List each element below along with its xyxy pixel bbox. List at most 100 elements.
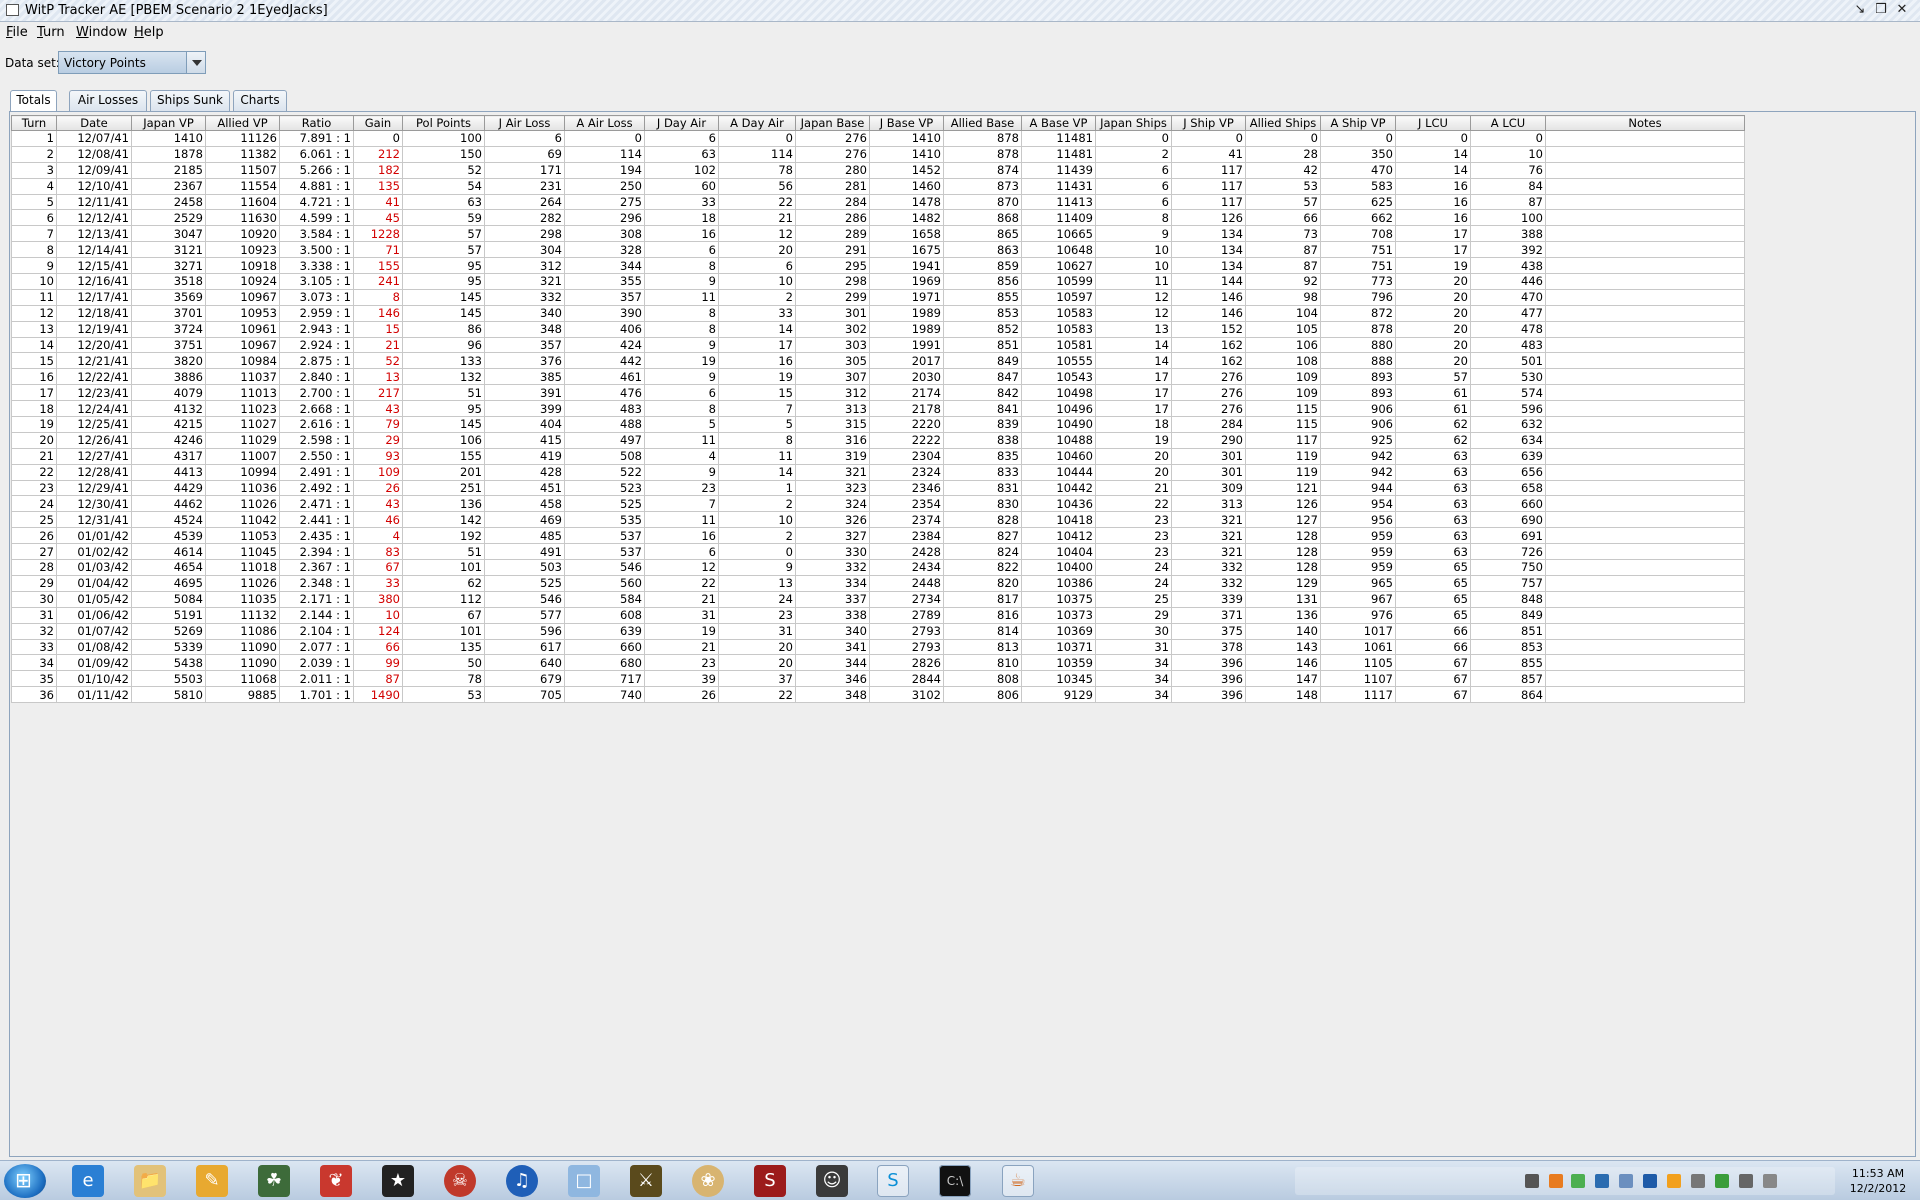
table-cell[interactable]: 1478 [869, 193, 944, 211]
table-cell[interactable]: 135 [353, 177, 403, 195]
table-cell[interactable]: 24 [1095, 574, 1172, 592]
table-cell[interactable]: 334 [795, 574, 870, 592]
table-cell[interactable]: 3569 [131, 288, 206, 306]
table-cell[interactable]: 442 [564, 352, 645, 370]
table-cell[interactable]: 332 [1171, 574, 1246, 592]
table-cell[interactable]: 341 [795, 638, 870, 656]
table-cell[interactable]: 316 [795, 431, 870, 449]
table-cell[interactable]: 841 [943, 400, 1022, 418]
parrot-app-icon[interactable]: ❦ [320, 1165, 352, 1197]
table-cell[interactable]: 295 [795, 257, 870, 275]
table-cell[interactable]: 60 [644, 177, 719, 195]
table-cell[interactable]: 371 [1171, 606, 1246, 624]
table-cell[interactable]: 959 [1320, 559, 1396, 576]
table-cell[interactable]: 136 [1245, 606, 1321, 624]
table-cell[interactable]: 9885 [205, 686, 280, 704]
table-cell[interactable]: 10597 [1021, 288, 1096, 306]
table-cell[interactable]: 11 [644, 431, 719, 449]
table-cell[interactable]: 3820 [131, 352, 206, 370]
table-cell[interactable]: 109 [1245, 384, 1321, 402]
table-cell[interactable]: 503 [484, 559, 565, 576]
table-cell[interactable]: 101 [402, 622, 485, 640]
table-cell[interactable]: 893 [1320, 384, 1396, 402]
table-cell[interactable]: 10984 [205, 352, 280, 370]
table-cell[interactable]: 530 [1470, 368, 1546, 386]
table-cell[interactable]: 66 [1245, 209, 1321, 227]
table-cell[interactable]: 625 [1320, 193, 1396, 211]
minimize-icon[interactable]: ↘ [1851, 2, 1869, 18]
table-cell[interactable]: 2.104 : 1 [279, 622, 354, 640]
restore-icon[interactable]: ❒ [1872, 2, 1890, 18]
table-cell[interactable]: 1991 [869, 336, 944, 354]
table-cell[interactable]: 3.584 : 1 [279, 225, 354, 243]
table-cell[interactable]: 10412 [1021, 527, 1096, 545]
table-cell[interactable]: 3271 [131, 257, 206, 275]
table-cell[interactable]: 632 [1470, 416, 1546, 433]
table-cell[interactable]: 5269 [131, 622, 206, 640]
table-cell[interactable]: 5 [644, 416, 719, 433]
table-cell[interactable]: 43 [353, 400, 403, 418]
table-cell[interactable]: 67 [353, 559, 403, 576]
table-cell[interactable]: 17 [718, 336, 796, 354]
table-cell[interactable]: 4462 [131, 495, 206, 513]
table-cell[interactable]: 01/08/42 [56, 638, 132, 656]
table-cell[interactable]: 470 [1470, 288, 1546, 306]
table-row[interactable]: 25 12/31/41 4524 11042 2.441 : 1 46 142 469 535 1… [11, 511, 1745, 529]
table-cell[interactable]: 6 [644, 241, 719, 259]
table-cell[interactable] [1545, 368, 1745, 386]
table-cell[interactable]: 2324 [869, 463, 944, 481]
table-cell[interactable]: 19 [1395, 257, 1471, 275]
table-cell[interactable]: 65 [1395, 574, 1471, 592]
table-cell[interactable]: 79 [353, 416, 403, 433]
table-cell[interactable]: 135 [402, 638, 485, 656]
table-cell[interactable] [1545, 145, 1745, 163]
table-cell[interactable]: 888 [1320, 352, 1396, 370]
table-cell[interactable]: 796 [1320, 288, 1396, 306]
menu-window[interactable]: Window [76, 25, 127, 40]
table-cell[interactable]: 523 [564, 479, 645, 497]
table-cell[interactable]: 10920 [205, 225, 280, 243]
table-cell[interactable]: 134 [1171, 241, 1246, 259]
table-cell[interactable]: 20 [1395, 352, 1471, 370]
table-row[interactable]: 35 01/10/42 5503 11068 2.011 : 1 87 78 679 717 39… [11, 670, 1745, 688]
table-cell[interactable]: 291 [795, 241, 870, 259]
table-cell[interactable]: 4413 [131, 463, 206, 481]
table-cell[interactable]: 12/20/41 [56, 336, 132, 354]
table-cell[interactable]: 2529 [131, 209, 206, 227]
table-cell[interactable]: 65 [1395, 559, 1471, 576]
table-cell[interactable]: 57 [1395, 368, 1471, 386]
table-cell[interactable]: 537 [564, 527, 645, 545]
table-cell[interactable]: 61 [1395, 384, 1471, 402]
table-cell[interactable]: 856 [943, 273, 1022, 290]
table-cell[interactable]: 773 [1320, 273, 1396, 290]
table-row[interactable]: 26 01/01/42 4539 11053 2.435 : 1 4 192 485 537 16… [11, 527, 1745, 545]
table-cell[interactable]: 01/10/42 [56, 670, 132, 688]
table-cell[interactable]: 5191 [131, 606, 206, 624]
table-cell[interactable]: 705 [484, 686, 565, 704]
table-cell[interactable]: 29 [353, 431, 403, 449]
table-cell[interactable]: 241 [353, 273, 403, 290]
table-cell[interactable] [1545, 384, 1745, 402]
table-cell[interactable]: 46 [353, 511, 403, 529]
column-header[interactable]: A LCU [1470, 115, 1546, 131]
table-cell[interactable]: 357 [484, 336, 565, 354]
table-cell[interactable] [1545, 257, 1745, 275]
table-cell[interactable]: 13 [718, 574, 796, 592]
table-cell[interactable]: 835 [943, 447, 1022, 465]
table-cell[interactable]: 10404 [1021, 543, 1096, 561]
table-cell[interactable]: 01/05/42 [56, 590, 132, 608]
table-cell[interactable]: 406 [564, 320, 645, 338]
table-cell[interactable]: 22 [1095, 495, 1172, 513]
table-cell[interactable]: 2.077 : 1 [279, 638, 354, 656]
table-cell[interactable]: 11481 [1021, 130, 1096, 147]
table-cell[interactable]: 25 [1095, 590, 1172, 608]
table-cell[interactable]: 330 [795, 543, 870, 561]
table-cell[interactable]: 6 [644, 543, 719, 561]
table-cell[interactable]: 12/27/41 [56, 447, 132, 465]
table-cell[interactable]: 276 [1171, 384, 1246, 402]
table-cell[interactable]: 7 [644, 495, 719, 513]
table-cell[interactable]: 2367 [131, 177, 206, 195]
table-cell[interactable]: 231 [484, 177, 565, 195]
table-cell[interactable]: 2.959 : 1 [279, 304, 354, 322]
table-cell[interactable] [1545, 336, 1745, 354]
